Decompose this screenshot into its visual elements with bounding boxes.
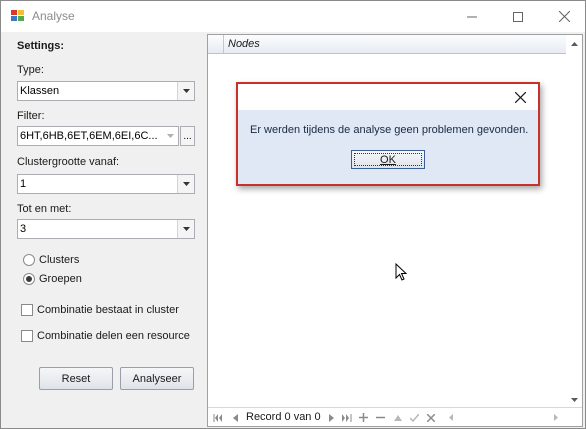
vertical-scrollbar[interactable] [566, 35, 582, 409]
dialog-title-bar [238, 84, 538, 110]
message-dialog: Er werden tijdens de analyse geen proble… [236, 82, 540, 186]
scroll-up-icon [570, 42, 578, 46]
cluster-from-label: Clustergrootte vanaf: [17, 156, 120, 168]
scroll-down-button[interactable] [566, 393, 582, 407]
close-button[interactable] [541, 1, 586, 32]
dialog-ok-button[interactable]: OK [351, 150, 425, 169]
radio-clusters[interactable] [23, 254, 35, 266]
checkbox-combination-resource-label[interactable]: Combinatie delen een resource [37, 330, 190, 342]
record-count-text: Record 0 van 0 [246, 411, 321, 423]
title-bar: Analyse [1, 1, 585, 32]
last-record-icon [342, 413, 352, 422]
settings-heading: Settings: [17, 40, 65, 52]
type-label: Type: [17, 64, 44, 76]
type-dropdown-button[interactable] [177, 82, 194, 100]
radio-clusters-label[interactable]: Clusters [39, 254, 79, 266]
checkbox-combination-cluster-label[interactable]: Combinatie bestaat in cluster [37, 304, 179, 316]
chevron-down-icon [167, 134, 174, 138]
column-header-nodes[interactable]: Nodes [228, 38, 260, 50]
type-select-value: Klassen [20, 85, 60, 97]
cluster-from-dropdown-button[interactable] [177, 175, 194, 193]
chevron-left-icon [449, 414, 453, 421]
delete-record-icon [375, 416, 385, 419]
dialog-message: Er werden tijdens de analyse geen proble… [250, 124, 529, 136]
cluster-from-value: 1 [20, 178, 27, 190]
save-record-button[interactable] [407, 411, 421, 424]
cluster-from-select[interactable]: 1 [17, 174, 195, 194]
window-title: Analyse [32, 9, 75, 23]
filter-select[interactable]: 6HT,6HB,6ET,6EM,6EI,6C... [17, 126, 179, 146]
prev-record-button[interactable] [228, 411, 242, 424]
to-label: Tot en met: [17, 203, 72, 215]
delete-record-button[interactable] [373, 411, 387, 424]
filter-browse-button[interactable]: ... [180, 126, 195, 146]
analyse-button[interactable]: Analyseer [120, 367, 194, 390]
next-record-button[interactable] [324, 411, 338, 424]
cancel-record-icon [427, 413, 435, 422]
chevron-down-icon [182, 182, 190, 186]
close-icon [558, 11, 570, 22]
first-record-icon [213, 413, 222, 422]
close-icon [514, 91, 526, 103]
to-value: 3 [20, 223, 27, 235]
hscroll-right-button[interactable] [549, 411, 563, 424]
type-select[interactable]: Klassen [17, 81, 195, 101]
last-record-button[interactable] [340, 411, 354, 424]
chevron-down-icon [182, 227, 190, 231]
edit-record-icon [394, 414, 402, 421]
filter-dropdown-button[interactable] [163, 127, 178, 145]
cancel-record-button[interactable] [424, 411, 438, 424]
filter-select-value: 6HT,6HB,6ET,6EM,6EI,6C... [20, 130, 158, 142]
radio-groups-label[interactable]: Groepen [39, 273, 82, 285]
save-record-icon [409, 413, 419, 422]
filter-label: Filter: [17, 110, 45, 122]
add-record-button[interactable] [356, 411, 370, 424]
minimize-button[interactable] [449, 1, 495, 32]
reset-button[interactable]: Reset [39, 367, 113, 390]
prev-record-icon [232, 413, 238, 422]
chevron-right-icon [554, 414, 558, 421]
radio-groups[interactable] [23, 273, 35, 285]
add-record-icon [358, 413, 368, 422]
to-dropdown-button[interactable] [177, 220, 194, 238]
scroll-up-button[interactable] [566, 37, 582, 51]
chevron-down-icon [182, 89, 190, 93]
to-select[interactable]: 3 [17, 219, 195, 239]
checkbox-combination-cluster[interactable] [21, 304, 33, 316]
dialog-close-button[interactable] [512, 89, 528, 105]
grid-header: Nodes [208, 35, 582, 54]
app-icon [11, 10, 24, 22]
hscroll-left-button[interactable] [444, 411, 458, 424]
checkbox-combination-resource[interactable] [21, 330, 33, 342]
maximize-icon [513, 11, 523, 22]
next-record-icon [328, 413, 334, 422]
first-record-button[interactable] [211, 411, 225, 424]
maximize-button[interactable] [495, 1, 541, 32]
edit-record-button[interactable] [391, 411, 405, 424]
analyse-window: Analyse Settings: Type: Klassen Filter: … [0, 0, 586, 429]
minimize-icon [467, 16, 477, 17]
dialog-ok-label: OK [380, 153, 396, 166]
grid-header-corner [208, 35, 224, 53]
scroll-down-icon [570, 398, 578, 402]
mouse-cursor-icon [395, 263, 407, 281]
record-navigator: Record 0 van 0 [208, 407, 582, 426]
